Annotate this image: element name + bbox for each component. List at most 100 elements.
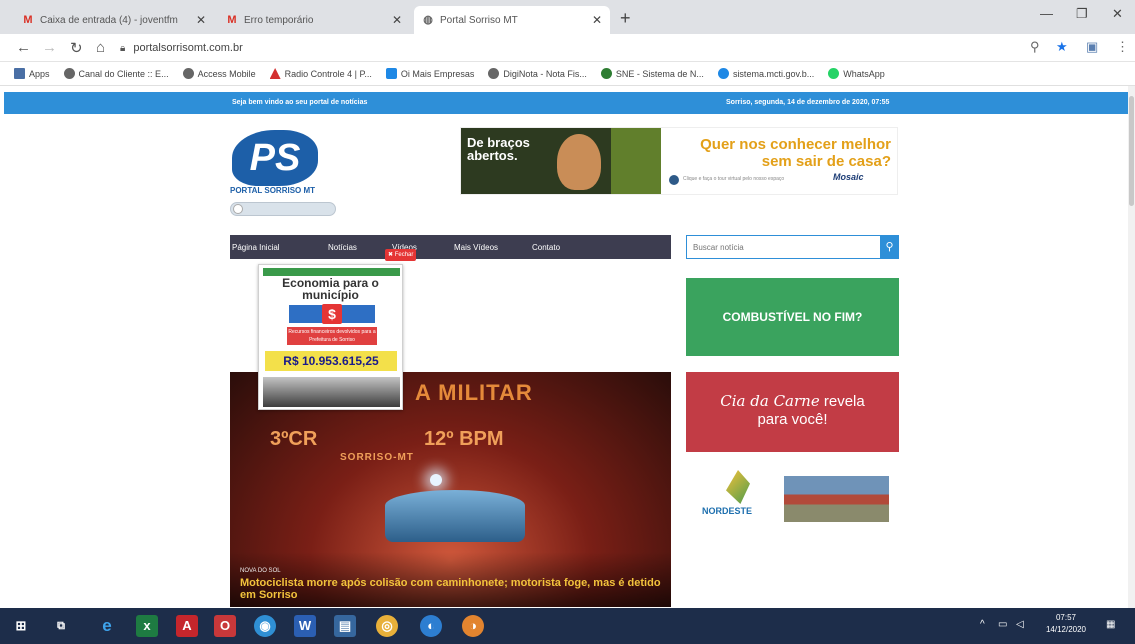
popup-ad-economia[interactable]: Economia para o município $ Recursos fin… xyxy=(258,264,403,410)
notification-icon[interactable]: ▦ xyxy=(1106,619,1115,630)
minimize-icon[interactable]: — xyxy=(1040,6,1053,21)
tab-gmail-inbox[interactable]: M Caixa de entrada (4) - joventfm ✕ xyxy=(14,6,214,34)
toggle-knob xyxy=(233,204,243,214)
menu-item-home[interactable]: Página Inicial xyxy=(232,243,328,252)
zoom-icon[interactable]: ⚲ xyxy=(1030,39,1040,55)
menu-dots-icon[interactable]: ⋮ xyxy=(1116,39,1129,55)
url-text: portalsorrisomt.com.br xyxy=(133,42,243,54)
bookmark-oi-empresas[interactable]: Oi Mais Empresas xyxy=(385,68,475,79)
tab-gmail-error[interactable]: M Erro temporário ✕ xyxy=(218,6,410,34)
app-icon[interactable]: ◐ xyxy=(420,615,442,637)
close-icon[interactable]: ✕ xyxy=(592,13,602,27)
close-window-icon[interactable]: ✕ xyxy=(1112,6,1123,22)
radio-icon xyxy=(269,68,281,79)
page-scrollbar[interactable] xyxy=(1128,86,1135,608)
site-logo[interactable]: PS PORTAL SORRISO MT xyxy=(230,130,340,220)
address-bar[interactable]: 🔒︎ portalsorrisomt.com.br xyxy=(120,38,1020,58)
bookmark-label: DigiNota - Nota Fis... xyxy=(503,68,587,79)
sign-text-right: 12º BPM xyxy=(424,428,504,450)
bookmark-radio-controle[interactable]: Radio Controle 4 | P... xyxy=(269,68,372,79)
volume-icon[interactable]: ◁ xyxy=(1016,619,1024,630)
ad-brand: Cia da Carne xyxy=(720,392,820,410)
reload-icon[interactable]: ↻ xyxy=(70,39,83,57)
chrome-icon[interactable]: ◎ xyxy=(376,615,398,637)
excel-icon[interactable]: x xyxy=(136,615,158,637)
file-explorer-icon[interactable]: ▤ xyxy=(334,615,356,637)
bookmark-whatsapp[interactable]: WhatsApp xyxy=(828,68,885,79)
extension-icon[interactable]: ▣ xyxy=(1086,39,1098,55)
bookmark-mcti[interactable]: sistema.mcti.gov.b... xyxy=(717,68,815,79)
bookmark-diginota[interactable]: DigiNota - Nota Fis... xyxy=(488,68,587,79)
money-graphic: $ xyxy=(289,304,375,324)
tray-arrow-icon[interactable]: ^ xyxy=(980,619,985,630)
globe-icon: ◍ xyxy=(423,14,433,26)
search-icon: ⚲ xyxy=(885,241,894,253)
bookmark-access-mobile[interactable]: Access Mobile xyxy=(182,68,256,79)
menu-item-news[interactable]: Notícias xyxy=(328,243,392,252)
scroll-thumb[interactable] xyxy=(1129,96,1134,206)
ad-combustivel[interactable]: COMBUSTÍVEL NO FIM? xyxy=(686,278,899,356)
gmail-icon: M xyxy=(23,14,33,26)
whatsapp-icon xyxy=(828,68,840,79)
news-category: Nova do Sol xyxy=(240,568,281,574)
bookmark-sne[interactable]: SNE - Sistema de N... xyxy=(600,68,704,79)
oi-icon xyxy=(385,68,397,79)
globe-icon xyxy=(63,68,75,79)
popup-title: Economia para o município xyxy=(282,276,379,302)
menu-item-contact[interactable]: Contato xyxy=(532,243,592,252)
banner-subtext: Clique e faça o tour virtual pelo nosso … xyxy=(683,176,785,182)
child-figure xyxy=(557,134,601,190)
bookmarks-bar: Apps Canal do Cliente :: E... Access Mob… xyxy=(0,62,1135,86)
tab-title: Portal Sorriso MT xyxy=(440,14,518,26)
maximize-icon[interactable]: ❐ xyxy=(1076,6,1088,22)
bookmark-label: sistema.mcti.gov.b... xyxy=(732,68,815,79)
bookmark-apps[interactable]: Apps xyxy=(14,68,50,79)
search-box xyxy=(686,235,882,259)
nordeste-name: NORDESTE xyxy=(702,506,753,516)
bookmark-canal-cliente[interactable]: Canal do Cliente :: E... xyxy=(63,68,169,79)
firefox-icon[interactable]: ◑ xyxy=(462,615,484,637)
network-icon[interactable]: ▭ xyxy=(998,619,1007,630)
back-arrow-icon[interactable]: ← xyxy=(16,39,31,56)
ad-cia-da-carne[interactable]: Cia da Carne revela para você! xyxy=(686,372,899,452)
ad-line1: revela xyxy=(823,393,865,410)
nordeste-photo xyxy=(784,476,889,522)
mcti-icon xyxy=(717,68,729,79)
audio-player-toggle[interactable] xyxy=(230,202,336,216)
bookmark-label: Canal do Cliente :: E... xyxy=(78,68,169,79)
word-icon[interactable]: W xyxy=(294,615,316,637)
news-headline[interactable]: Motociclista morre após colisão com cami… xyxy=(240,577,665,601)
play-icon[interactable] xyxy=(669,175,679,185)
close-popup-button[interactable]: ✖ Fechar xyxy=(385,249,417,261)
tab-portal-sorriso[interactable]: ◍ Portal Sorriso MT ✕ xyxy=(414,6,610,34)
access-icon[interactable]: A xyxy=(176,615,198,637)
ad-nordeste[interactable]: NORDESTE xyxy=(686,468,899,528)
forward-arrow-icon[interactable]: → xyxy=(42,39,57,56)
search-input[interactable] xyxy=(687,236,877,258)
office-icon[interactable]: O xyxy=(214,615,236,637)
bookmark-star-icon[interactable]: ★ xyxy=(1056,39,1068,55)
banner-headline: Quer nos conhecer melhor sem sair de cas… xyxy=(700,136,891,170)
browser-icon[interactable]: ◉ xyxy=(254,615,276,637)
task-view-icon[interactable]: ⧉ xyxy=(50,615,72,637)
search-button[interactable]: ⚲ xyxy=(880,235,899,259)
banner-brand: Mosaic xyxy=(833,172,864,182)
clock-date: 14/12/2020 xyxy=(1045,625,1087,634)
bookmark-label: Oi Mais Empresas xyxy=(400,68,475,79)
wing-icon xyxy=(726,470,750,504)
home-icon[interactable]: ⌂ xyxy=(96,39,105,56)
close-icon[interactable]: ✕ xyxy=(392,13,402,27)
browser-toolbar: ← → ↻ ⌂ 🔒︎ portalsorrisomt.com.br ⚲ ★ ▣ … xyxy=(0,34,1135,62)
taskbar-clock[interactable]: 07:57 14/12/2020 xyxy=(1040,612,1092,636)
menu-item-more-videos[interactable]: Mais Vídeos xyxy=(454,243,532,252)
logo-mark: PS xyxy=(232,130,318,186)
new-tab-button[interactable]: + xyxy=(620,8,631,29)
edge-icon[interactable]: e xyxy=(96,615,118,637)
banner-ad-mosaic[interactable]: De braços abertos. Quer nos conhecer mel… xyxy=(460,127,898,195)
close-icon[interactable]: ✕ xyxy=(196,13,206,27)
nordeste-logo: NORDESTE xyxy=(694,470,774,518)
windows-start-icon[interactable]: ⊞ xyxy=(10,615,32,637)
foliage-shape xyxy=(611,128,661,194)
sign-text-left: 3ºCR xyxy=(270,428,318,450)
globe-icon xyxy=(488,68,500,79)
